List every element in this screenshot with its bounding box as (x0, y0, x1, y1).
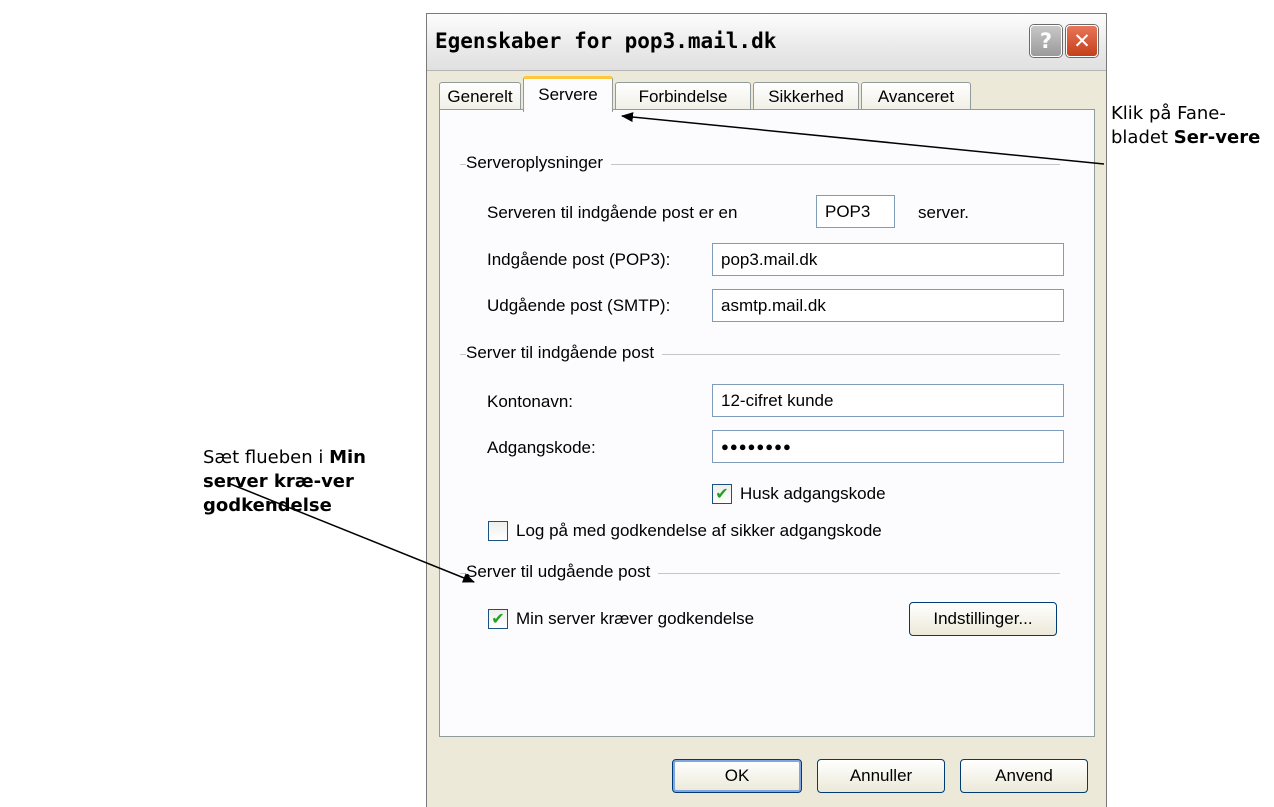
tab-servere[interactable]: Servere (523, 76, 613, 112)
arrow-to-auth-checkbox (227, 482, 475, 583)
arrow-to-servere-tab (621, 112, 1105, 165)
annotation-arrows (227, 112, 1105, 583)
